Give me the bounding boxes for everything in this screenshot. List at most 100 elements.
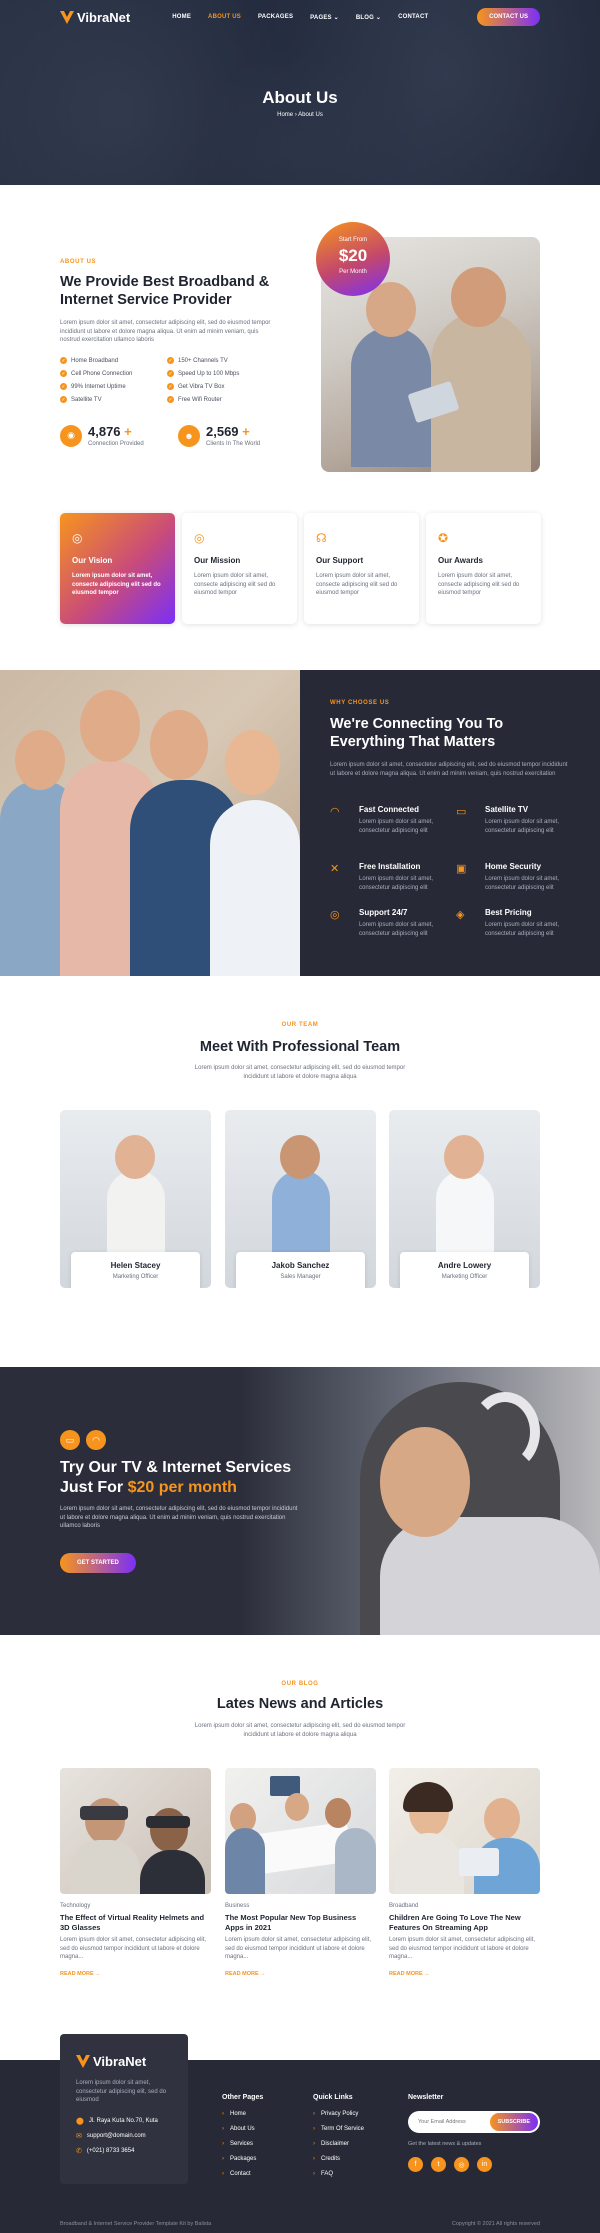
- price-badge: Start From $20 Per Month: [316, 222, 390, 296]
- instagram-icon[interactable]: ◎: [454, 2157, 469, 2172]
- card-awards[interactable]: ✪ Our Awards Lorem ipsum dolor sit amet,…: [426, 513, 541, 624]
- about-feature-list: ✓ Home Broadband ✓ 150+ Channels TV ✓ Cell …: [60, 357, 270, 403]
- feature-item: ✓ 150+ Channels TV: [167, 357, 270, 364]
- page-title: About Us: [262, 88, 338, 107]
- why-feature-title: Best Pricing: [485, 908, 532, 917]
- why-title: We're Connecting You To Everything That …: [330, 716, 504, 750]
- blog-post-card[interactable]: Technology The Effect of Virtual Reality…: [60, 1768, 211, 1977]
- team-title: Meet With Professional Team: [199, 1039, 401, 1055]
- why-feature-desc: Lorem ipsum dolor sit amet, consectetur …: [485, 819, 560, 834]
- check-icon: ✓: [167, 383, 174, 390]
- nav-blog[interactable]: BLOG ⌄: [356, 14, 381, 21]
- lock-icon: ▣: [456, 863, 467, 875]
- team-member-card[interactable]: Jakob Sanchez Sales Manager: [225, 1110, 376, 1288]
- footer-col-title: Quick Links: [313, 2094, 353, 2101]
- member-name: Jakob Sanchez: [271, 1261, 330, 1270]
- breadcrumb: Home › About Us: [0, 112, 600, 118]
- card-support[interactable]: ☊ Our Support Lorem ipsum dolor sit amet…: [304, 513, 419, 624]
- why-feature-desc: Lorem ipsum dolor sit amet, consectetur …: [359, 922, 434, 937]
- card-mission[interactable]: ◎ Our Mission Lorem ipsum dolor sit amet…: [182, 513, 297, 624]
- footer-link[interactable]: Disclaimer: [313, 2141, 364, 2147]
- newsletter: Newsletter SUBSCRIBE Get the latest news…: [408, 2094, 540, 2172]
- promo-title-line1: Try Our TV & Internet Services: [60, 1459, 292, 1476]
- read-more-link[interactable]: READ MORE →: [225, 1971, 376, 1977]
- subscribe-button[interactable]: SUBSCRIBE: [489, 2113, 538, 2131]
- footer-logo[interactable]: VibraNet: [76, 2054, 172, 2069]
- footer: VibraNet Lorem ipsum dolor sit amet, con…: [0, 2034, 600, 2233]
- chevron-right-icon: ›: [294, 112, 297, 118]
- feature-item: ✓ Speed Up to 100 Mbps: [167, 370, 270, 377]
- post-title[interactable]: The Most Popular New Top Business Apps i…: [225, 1913, 376, 1932]
- footer-link[interactable]: FAQ: [313, 2171, 364, 2177]
- why-feature: ▣ Home Security Lorem ipsum dolor sit amet…: [456, 862, 576, 892]
- post-image: [389, 1768, 540, 1894]
- card-vision[interactable]: ◎ Our Vision Lorem ipsum dolor sit amet,…: [60, 513, 175, 624]
- tv-icon: ▭: [60, 1430, 80, 1450]
- footer-link[interactable]: Services: [222, 2141, 263, 2147]
- post-excerpt: Lorem ipsum dolor sit amet, consectetur …: [60, 1937, 207, 1960]
- nav-about[interactable]: ABOUT US: [208, 14, 241, 21]
- read-more-link[interactable]: READ MORE →: [60, 1971, 211, 1977]
- nav-pages[interactable]: PAGES ⌄: [310, 14, 339, 21]
- footer-col-title: Other Pages: [222, 2094, 264, 2101]
- footer-quick-links: Quick Links Privacy Policy Term Of Servi…: [313, 2094, 364, 2186]
- price-tag-icon: ◈: [456, 909, 465, 921]
- stat-number: 2,569: [206, 424, 239, 439]
- badge-price: $20: [338, 246, 368, 265]
- footer-link[interactable]: Packages: [222, 2156, 263, 2162]
- team-member-card[interactable]: Andre Lowery Marketing Officer: [389, 1110, 540, 1288]
- get-started-button[interactable]: GET STARTED: [60, 1553, 136, 1573]
- contact-us-button[interactable]: CONTACT US: [477, 8, 540, 26]
- blog-title: Lates News and Articles: [216, 1696, 384, 1712]
- footer-link[interactable]: About Us: [222, 2126, 263, 2132]
- feature-item: ✓ Satellite TV: [60, 396, 163, 403]
- chevron-down-icon: ⌄: [375, 14, 382, 21]
- promo-icons: ▭ ◠: [60, 1430, 106, 1450]
- hero: VibraNet HOME ABOUT US PACKAGES PAGES ⌄ …: [0, 0, 600, 185]
- nav-packages[interactable]: PACKAGES: [258, 14, 293, 21]
- team-member-card[interactable]: Helen Stacey Marketing Officer: [60, 1110, 211, 1288]
- logo-icon: [60, 10, 74, 24]
- logo[interactable]: VibraNet: [60, 10, 130, 25]
- facebook-icon[interactable]: f: [408, 2157, 423, 2172]
- social-links: f t ◎ in: [408, 2157, 540, 2172]
- feature-label: Satellite TV: [71, 396, 102, 403]
- why-panel: WHY CHOOSE US We're Connecting You To Ev…: [300, 670, 600, 976]
- stat-plus: +: [242, 424, 250, 439]
- member-role: Marketing Officer: [441, 1274, 488, 1280]
- footer-link[interactable]: Contact: [222, 2171, 263, 2177]
- nav-contact[interactable]: CONTACT: [398, 14, 428, 21]
- why-feature: ◈ Best Pricing Lorem ipsum dolor sit amet,…: [456, 908, 576, 938]
- breadcrumb-home[interactable]: Home: [277, 112, 293, 118]
- card-desc: Lorem ipsum dolor sit amet, consecte adi…: [72, 573, 161, 596]
- twitter-icon[interactable]: t: [431, 2157, 446, 2172]
- tools-icon: ✕: [330, 863, 340, 875]
- footer-link[interactable]: Credits: [313, 2156, 364, 2162]
- post-title[interactable]: The Effect of Virtual Reality Helmets an…: [60, 1913, 211, 1932]
- support-icon: ◎: [330, 909, 340, 921]
- post-image: [225, 1768, 376, 1894]
- footer-link[interactable]: Home: [222, 2111, 263, 2117]
- card-desc: Lorem ipsum dolor sit amet, consecte adi…: [194, 573, 276, 596]
- why-feature: ✕ Free Installation Lorem ipsum dolor sit …: [330, 862, 450, 892]
- blog-post-card[interactable]: Business The Most Popular New Top Busine…: [225, 1768, 376, 1977]
- footer-phone[interactable]: ✆ (+021) 8733 3654: [76, 2147, 172, 2155]
- stat-plus: +: [124, 424, 132, 439]
- linkedin-icon[interactable]: in: [477, 2157, 492, 2172]
- why-eyebrow: WHY CHOOSE US: [330, 700, 390, 706]
- footer-link[interactable]: Privacy Policy: [313, 2111, 364, 2117]
- feature-label: 99% Internet Uptime: [71, 383, 126, 390]
- footer-link[interactable]: Term Of Service: [313, 2126, 364, 2132]
- mail-icon: ✉: [76, 2132, 82, 2140]
- why-feature-desc: Lorem ipsum dolor sit amet, consectetur …: [359, 819, 434, 834]
- footer-email[interactable]: ✉ support@domain.com: [76, 2132, 172, 2140]
- eye-icon: ◎: [72, 531, 83, 545]
- feature-label: Get Vibra TV Box: [178, 383, 225, 390]
- blog-post-card[interactable]: Broadband Children Are Going To Love The…: [389, 1768, 540, 1977]
- nav-home[interactable]: HOME: [172, 14, 191, 21]
- team-eyebrow: OUR TEAM: [281, 1022, 319, 1028]
- post-title[interactable]: Children Are Going To Love The New Featu…: [389, 1913, 540, 1932]
- read-more-link[interactable]: READ MORE →: [389, 1971, 540, 1977]
- post-category: Business: [225, 1903, 250, 1909]
- newsletter-email-input[interactable]: [418, 2119, 488, 2125]
